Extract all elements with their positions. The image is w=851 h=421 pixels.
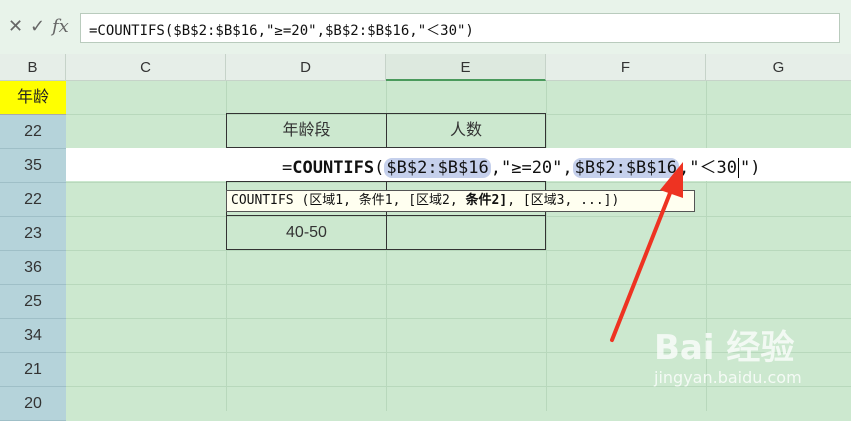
baidu-watermark: Bai 经验 jingyan.baidu.com — [640, 310, 840, 400]
watermark-url: jingyan.baidu.com — [654, 368, 802, 387]
watermark-brand: Bai 经验 — [654, 328, 795, 368]
